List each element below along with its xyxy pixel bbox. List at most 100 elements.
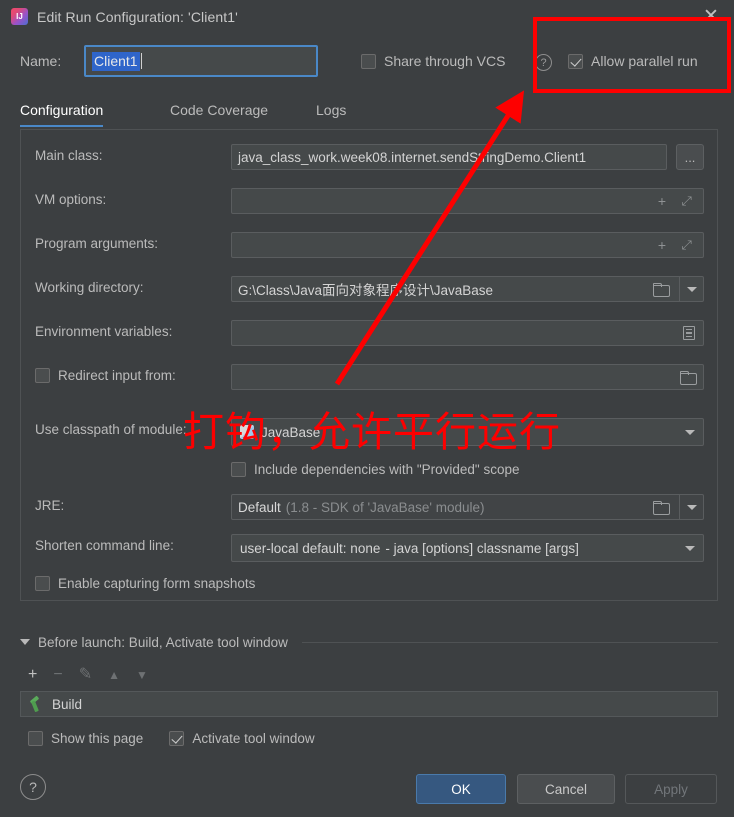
folder-icon — [652, 501, 670, 515]
working-directory-browse-icon[interactable] — [649, 276, 671, 302]
vm-options-row: VM options: + ⤡ — [21, 188, 719, 216]
edit-run-configuration-dialog: Edit Run Configuration: 'Client1' ✕ Name… — [0, 0, 734, 817]
jre-value: Default — [238, 499, 281, 515]
share-vcs-help-icon[interactable]: ? — [535, 54, 552, 71]
working-directory-row: Working directory: G:\Class\Java面向对象程序设计… — [21, 276, 719, 304]
environment-variables-label: Environment variables: — [35, 324, 173, 339]
tab-logs[interactable]: Logs — [316, 95, 346, 125]
vm-options-expand-icon[interactable]: ⤡ — [676, 188, 698, 214]
enable-snapshots-label: Enable capturing form snapshots — [58, 576, 256, 591]
hammer-icon — [29, 697, 44, 712]
tab-label: Configuration — [20, 102, 104, 118]
chevron-down-icon[interactable] — [677, 535, 703, 561]
tab-active-indicator — [20, 124, 104, 127]
checkbox-box[interactable] — [28, 730, 43, 746]
shorten-command-line-label: Shorten command line: — [35, 538, 174, 553]
use-classpath-module-value: JavaBase — [261, 424, 321, 440]
include-provided-label: Include dependencies with "Provided" sco… — [254, 462, 520, 477]
shorten-command-line-detail: - java [options] classname [args] — [385, 540, 579, 556]
allow-parallel-run-checkbox[interactable]: Allow parallel run — [568, 53, 698, 69]
redirect-input-checkbox[interactable]: Redirect input from: — [35, 368, 176, 383]
tab-configuration[interactable]: Configuration — [20, 95, 104, 127]
help-icon[interactable]: ? — [20, 774, 46, 800]
working-directory-label: Working directory: — [35, 280, 144, 295]
before-launch-toolbar: + − ✎ ▲ ▼ — [28, 663, 228, 687]
ok-button[interactable]: OK — [416, 774, 506, 804]
jre-label: JRE: — [35, 498, 65, 513]
redirect-input-browse-icon[interactable] — [676, 364, 698, 390]
text-caret — [140, 53, 142, 69]
environment-variables-row: Environment variables: — [21, 320, 719, 348]
chevron-down-icon[interactable] — [20, 639, 30, 645]
redirect-input-row: Redirect input from: — [21, 364, 719, 392]
name-row: Name: Client1 Share through VCS ? Allow … — [0, 45, 734, 81]
vm-options-add-icon[interactable]: + — [651, 188, 673, 214]
include-provided-row: Include dependencies with "Provided" sco… — [21, 458, 719, 486]
working-directory-input[interactable]: G:\Class\Java面向对象程序设计\JavaBase — [231, 276, 704, 302]
enable-snapshots-row: Enable capturing form snapshots — [21, 574, 719, 602]
chevron-down-icon[interactable] — [677, 419, 703, 445]
vm-options-input[interactable] — [231, 188, 704, 214]
redirect-input-label: Redirect input from: — [58, 368, 176, 383]
folder-icon — [652, 283, 670, 297]
program-arguments-row: Program arguments: + ⤡ — [21, 232, 719, 260]
program-arguments-input[interactable] — [231, 232, 704, 258]
jre-browse-icon[interactable] — [649, 494, 671, 520]
chevron-down-icon — [686, 504, 697, 510]
vm-options-label: VM options: — [35, 192, 107, 207]
tab-code-coverage[interactable]: Code Coverage — [170, 95, 268, 125]
main-class-input[interactable]: java_class_work.week08.internet.sendStri… — [231, 144, 667, 170]
activate-tool-window-checkbox[interactable]: Activate tool window — [169, 730, 315, 746]
redirect-input-path-input[interactable] — [231, 364, 704, 390]
include-provided-checkbox[interactable]: Include dependencies with "Provided" sco… — [231, 462, 520, 477]
move-down-icon: ▼ — [135, 668, 148, 682]
name-input-value: Client1 — [92, 51, 140, 71]
checkbox-box[interactable] — [231, 462, 246, 477]
checkbox-box[interactable] — [361, 53, 376, 69]
window-title: Edit Run Configuration: 'Client1' — [37, 8, 238, 25]
shorten-command-line-row: Shorten command line: user-local default… — [21, 534, 719, 562]
apply-button: Apply — [625, 774, 717, 804]
close-icon[interactable]: ✕ — [698, 3, 724, 29]
cancel-button[interactable]: Cancel — [517, 774, 615, 804]
working-directory-dropdown-button[interactable] — [679, 276, 703, 302]
move-up-icon: ▲ — [108, 668, 120, 682]
tab-label: Code Coverage — [170, 102, 269, 118]
checkbox-box[interactable] — [35, 576, 50, 591]
before-launch-task-list[interactable]: Build — [20, 691, 718, 717]
show-this-page-checkbox[interactable]: Show this page — [28, 730, 143, 746]
main-class-label: Main class: — [35, 148, 103, 163]
list-icon — [683, 326, 695, 340]
environment-variables-input[interactable] — [231, 320, 704, 346]
checkbox-box[interactable] — [568, 53, 583, 69]
jre-dropdown-button[interactable] — [679, 494, 703, 520]
dialog-button-bar: ? OK Cancel Apply — [0, 762, 734, 817]
intellij-idea-logo-icon — [11, 8, 28, 25]
main-class-browse-button[interactable]: ... — [676, 144, 704, 170]
add-task-icon[interactable]: + — [28, 667, 37, 683]
share-through-vcs-label: Share through VCS — [384, 53, 506, 69]
program-arguments-add-icon[interactable]: + — [651, 232, 673, 258]
checkbox-box[interactable] — [35, 368, 50, 383]
program-arguments-expand-icon[interactable]: ⤡ — [676, 232, 698, 258]
tab-label: Logs — [316, 102, 347, 118]
module-icon — [240, 425, 254, 439]
remove-task-icon: − — [53, 666, 63, 683]
folder-icon — [679, 371, 697, 385]
jre-combo[interactable]: Default (1.8 - SDK of 'JavaBase' module) — [231, 494, 704, 520]
shorten-command-line-combo[interactable]: user-local default: none - java [options… — [231, 534, 704, 562]
before-launch-options: Show this page Activate tool window — [28, 728, 428, 748]
use-classpath-row: Use classpath of module: JavaBase — [21, 418, 719, 446]
program-arguments-label: Program arguments: — [35, 236, 159, 251]
checkbox-box[interactable] — [169, 730, 185, 746]
chevron-down-icon — [686, 286, 697, 292]
enable-snapshots-checkbox[interactable]: Enable capturing form snapshots — [35, 576, 255, 591]
before-launch-header[interactable]: Before launch: Build, Activate tool wind… — [20, 632, 718, 652]
environment-variables-edit-icon[interactable] — [678, 320, 700, 346]
activate-tool-window-label: Activate tool window — [192, 730, 315, 746]
share-through-vcs-checkbox[interactable]: Share through VCS — [361, 53, 505, 69]
list-item: Build — [52, 696, 83, 712]
main-class-row: Main class: java_class_work.week08.inter… — [21, 144, 719, 172]
use-classpath-module-combo[interactable]: JavaBase — [231, 418, 704, 446]
name-input[interactable]: Client1 — [84, 45, 318, 77]
